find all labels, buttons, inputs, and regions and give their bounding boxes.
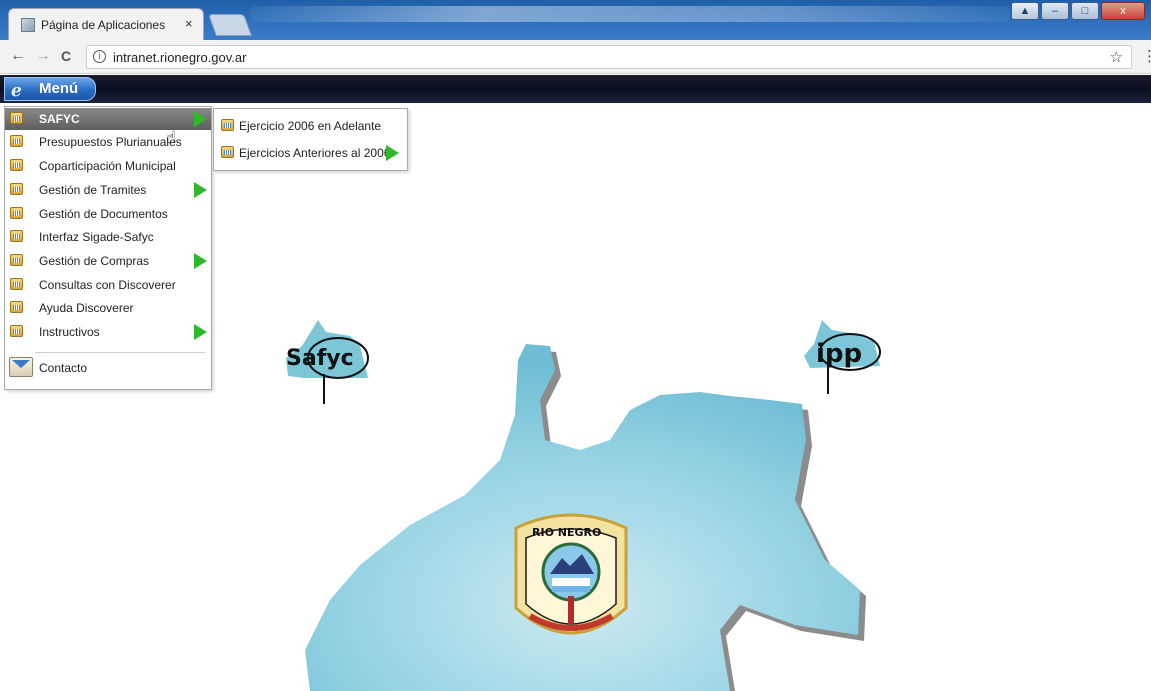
window-profile-button[interactable]: ▲ [1011, 2, 1039, 20]
menu-item-ayuda-discoverer[interactable]: Ayuda Discoverer [5, 297, 211, 319]
window-maximize-button[interactable]: □ [1071, 2, 1099, 20]
menu-item-gestion-de-compras[interactable]: Gestión de Compras [5, 250, 211, 272]
safyc-logo: Safyc [286, 320, 369, 404]
main-menu-dropdown: SAFYC Presupuestos Plurianuales Copartic… [4, 106, 212, 390]
menu-item-label: Coparticipación Municipal [39, 159, 176, 173]
ipp-logo-text: ipp [816, 339, 862, 369]
folder-icon [221, 119, 234, 131]
menu-button-label: Menú [39, 80, 79, 97]
menu-item-safyc[interactable]: SAFYC [5, 108, 211, 130]
menu-item-gestion-de-documentos[interactable]: Gestión de Documentos [5, 203, 211, 225]
menu-item-label: Contacto [39, 361, 88, 375]
folder-icon [10, 207, 23, 219]
folder-icon [10, 325, 23, 337]
menu-item-gestion-de-tramites[interactable]: Gestión de Tramites [5, 179, 211, 201]
menu-item-consultas-con-discoverer[interactable]: Consultas con Discoverer [5, 274, 211, 296]
submenu-arrow-icon [194, 111, 207, 127]
folder-icon [10, 183, 23, 195]
menu-separator [35, 352, 205, 353]
window-minimize-button[interactable]: – [1041, 2, 1069, 20]
menu-item-label: Consultas con Discoverer [39, 278, 176, 292]
rio-negro-seal: RIO NEGRO [514, 513, 628, 635]
submenu-item-label: Ejercicios Anteriores al 2006 [239, 146, 391, 160]
address-url[interactable]: intranet.rionegro.gov.ar [113, 50, 246, 65]
menu-item-label: Interfaz Sigade-Safyc [39, 230, 154, 244]
submenu-arrow-icon [194, 182, 207, 198]
menu-item-label: Gestión de Documentos [39, 207, 168, 221]
menu-button[interactable]: ℯ Menú [4, 77, 96, 101]
folder-icon [10, 230, 23, 242]
reload-icon[interactable]: C [61, 48, 71, 64]
safyc-logo-text: Safyc [286, 346, 354, 371]
folder-icon [221, 146, 234, 158]
menu-item-contacto[interactable]: Contacto [5, 357, 211, 385]
folder-icon [10, 135, 23, 147]
window-close-button[interactable]: x [1101, 2, 1145, 20]
folder-icon [10, 254, 23, 266]
submenu-arrow-icon [386, 145, 399, 161]
tab-title: Página de Aplicaciones [41, 18, 166, 32]
menu-item-label: Instructivos [39, 325, 100, 339]
menu-item-instructivos[interactable]: Instructivos [5, 321, 211, 343]
address-bar[interactable]: i intranet.rionegro.gov.ar ☆ [86, 45, 1132, 69]
folder-icon [10, 112, 23, 124]
forward-arrow-icon[interactable]: → [35, 47, 51, 65]
folder-icon [10, 278, 23, 290]
submenu-item-ejercicios-anteriores[interactable]: Ejercicios Anteriores al 2006 [214, 142, 407, 164]
browser-toolbar: ← → C i intranet.rionegro.gov.ar ☆ [0, 40, 1151, 74]
envelope-icon [9, 357, 33, 377]
safyc-submenu: Ejercicio 2006 en Adelante Ejercicios An… [213, 108, 408, 171]
menu-item-label: Presupuestos Plurianuales [39, 135, 182, 149]
submenu-item-ejercicio-2006[interactable]: Ejercicio 2006 en Adelante [214, 115, 407, 137]
menu-item-presupuestos-plurianuales[interactable]: Presupuestos Plurianuales [5, 131, 211, 153]
submenu-item-label: Ejercicio 2006 en Adelante [239, 119, 382, 133]
page-menubar: ℯ Menú [0, 75, 1151, 103]
back-arrow-icon[interactable]: ← [10, 47, 26, 65]
menu-item-label: Gestión de Tramites [39, 183, 147, 197]
submenu-arrow-icon [194, 324, 207, 340]
menu-item-label: Ayuda Discoverer [39, 301, 134, 315]
folder-icon [10, 301, 23, 313]
browser-tab[interactable]: Página de Aplicaciones × [8, 8, 204, 40]
folder-icon [10, 159, 23, 171]
tab-close-button[interactable]: × [185, 16, 193, 31]
menu-item-label: Gestión de Compras [39, 254, 150, 268]
bookmark-star-icon[interactable]: ☆ [1110, 48, 1123, 66]
browser-menu-icon[interactable]: ⋮ [1142, 47, 1151, 65]
ipp-logo: ipp [804, 320, 881, 394]
browser-tab-strip: Página de Aplicaciones × ▲ – □ x [0, 0, 1151, 40]
blurred-window-title [250, 6, 1010, 22]
submenu-arrow-icon [194, 253, 207, 269]
info-icon[interactable]: i [93, 50, 106, 63]
menu-item-interfaz-sigade-safyc[interactable]: Interfaz Sigade-Safyc [5, 226, 211, 248]
seal-text: RIO NEGRO [532, 526, 601, 539]
favicon-icon [21, 18, 35, 32]
menu-item-coparticipacion-municipal[interactable]: Coparticipación Municipal [5, 155, 211, 177]
hand-cursor-icon: ☝ [166, 128, 177, 147]
menu-item-label: SAFYC [39, 112, 80, 126]
ie-logo-icon: ℯ [11, 81, 22, 100]
window-controls: ▲ – □ x [1011, 2, 1145, 20]
new-tab-button[interactable] [207, 14, 253, 36]
